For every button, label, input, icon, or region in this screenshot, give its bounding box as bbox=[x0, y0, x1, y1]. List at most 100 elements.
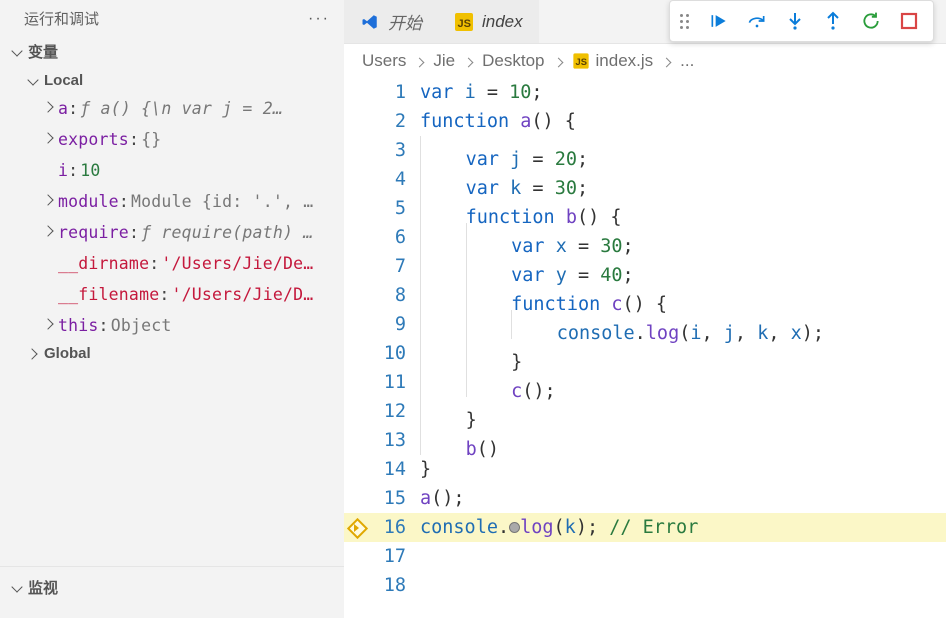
chevron-down-icon bbox=[10, 581, 24, 595]
variable-value: {} bbox=[141, 130, 161, 149]
colon: : bbox=[99, 316, 109, 335]
variable-name: __dirname bbox=[58, 254, 149, 273]
line-number: 6 bbox=[368, 223, 416, 252]
line-content[interactable]: var x = 30; bbox=[416, 223, 946, 252]
glyph-margin[interactable] bbox=[344, 426, 368, 455]
code-line[interactable]: 16console.log(k); // Error bbox=[344, 513, 946, 542]
line-content[interactable]: function c() { bbox=[416, 281, 946, 310]
glyph-margin[interactable] bbox=[344, 339, 368, 368]
code-line[interactable]: 13 b() bbox=[344, 426, 946, 455]
code-line[interactable]: 7 var y = 40; bbox=[344, 252, 946, 281]
glyph-margin[interactable] bbox=[344, 397, 368, 426]
variable-row[interactable]: module: Module {id: '.', … bbox=[0, 186, 344, 217]
code-line[interactable]: 4 var k = 30; bbox=[344, 165, 946, 194]
line-content[interactable]: a(); bbox=[416, 484, 946, 513]
line-content[interactable]: c(); bbox=[416, 368, 946, 397]
variable-name: a bbox=[58, 99, 68, 118]
line-content[interactable]: var y = 40; bbox=[416, 252, 946, 281]
code-line[interactable]: 11 c(); bbox=[344, 368, 946, 397]
step-over-button[interactable] bbox=[747, 11, 767, 31]
code-line[interactable]: 18 bbox=[344, 571, 946, 600]
line-number: 11 bbox=[368, 368, 416, 397]
variable-row[interactable]: exports: {} bbox=[0, 124, 344, 155]
line-content[interactable]: console.log(i, j, k, x); bbox=[416, 310, 946, 339]
scope-global[interactable]: Global bbox=[0, 341, 344, 366]
drag-handle-icon[interactable] bbox=[680, 14, 689, 29]
breadcrumbs[interactable]: Users Jie Desktop JS index.js ... bbox=[344, 44, 946, 78]
colon: : bbox=[119, 192, 129, 211]
tab-indexjs[interactable]: JS index bbox=[438, 0, 539, 43]
glyph-margin[interactable] bbox=[344, 571, 368, 600]
glyph-margin[interactable] bbox=[344, 252, 368, 281]
section-variables[interactable]: 变量 bbox=[0, 35, 344, 68]
scope-local[interactable]: Local bbox=[0, 68, 344, 93]
code-line[interactable]: 10 } bbox=[344, 339, 946, 368]
tab-welcome[interactable]: 开始 bbox=[344, 0, 438, 43]
line-content[interactable]: console.log(k); // Error bbox=[416, 513, 946, 542]
glyph-margin[interactable] bbox=[344, 78, 368, 107]
glyph-margin[interactable] bbox=[344, 484, 368, 513]
line-content[interactable]: b() bbox=[416, 426, 946, 455]
section-watch[interactable]: 监视 bbox=[0, 571, 344, 604]
code-line[interactable]: 3 var j = 20; bbox=[344, 136, 946, 165]
breadcrumb-item[interactable]: Desktop bbox=[482, 51, 544, 71]
line-content[interactable] bbox=[416, 571, 946, 600]
line-content[interactable]: } bbox=[416, 455, 946, 484]
variable-row[interactable]: __filename: '/Users/Jie/D… bbox=[0, 279, 344, 310]
glyph-margin[interactable] bbox=[344, 281, 368, 310]
glyph-margin[interactable] bbox=[344, 107, 368, 136]
line-content[interactable]: var i = 10; bbox=[416, 78, 946, 107]
line-content[interactable]: function a() { bbox=[416, 107, 946, 136]
sidebar-more-icon[interactable]: ··· bbox=[308, 10, 330, 28]
code-line[interactable]: 9 console.log(i, j, k, x); bbox=[344, 310, 946, 339]
code-line[interactable]: 6 var x = 30; bbox=[344, 223, 946, 252]
variable-value: 10 bbox=[80, 161, 100, 180]
step-into-button[interactable] bbox=[785, 11, 805, 31]
code-line[interactable]: 5 function b() { bbox=[344, 194, 946, 223]
code-line[interactable]: 1var i = 10; bbox=[344, 78, 946, 107]
glyph-margin[interactable] bbox=[344, 310, 368, 339]
glyph-margin[interactable] bbox=[344, 194, 368, 223]
variable-row[interactable]: __dirname: '/Users/Jie/De… bbox=[0, 248, 344, 279]
line-content[interactable]: function b() { bbox=[416, 194, 946, 223]
chevron-right-icon bbox=[26, 347, 40, 361]
stop-button[interactable] bbox=[899, 11, 919, 31]
chevron-right-icon bbox=[461, 51, 476, 71]
code-line[interactable]: 14} bbox=[344, 455, 946, 484]
glyph-margin[interactable] bbox=[344, 542, 368, 571]
line-content[interactable]: } bbox=[416, 339, 946, 368]
code-line[interactable]: 8 function c() { bbox=[344, 281, 946, 310]
line-content[interactable]: } bbox=[416, 397, 946, 426]
variable-row[interactable]: i: 10 bbox=[0, 155, 344, 186]
code-line[interactable]: 17 bbox=[344, 542, 946, 571]
variable-row[interactable]: a: ƒ a() {\n var j = 2… bbox=[0, 93, 344, 124]
glyph-margin[interactable] bbox=[344, 165, 368, 194]
execution-pointer-icon bbox=[349, 520, 364, 535]
glyph-margin[interactable] bbox=[344, 136, 368, 165]
glyph-margin[interactable] bbox=[344, 455, 368, 484]
line-content[interactable] bbox=[416, 542, 946, 571]
line-content[interactable]: var k = 30; bbox=[416, 165, 946, 194]
variable-row[interactable]: require: ƒ require(path) … bbox=[0, 217, 344, 248]
breadcrumb-item[interactable]: Users bbox=[362, 51, 406, 71]
code-line[interactable]: 12 } bbox=[344, 397, 946, 426]
line-content[interactable]: var j = 20; bbox=[416, 136, 946, 165]
variable-row[interactable]: this: Object bbox=[0, 310, 344, 341]
vscode-icon bbox=[360, 12, 380, 32]
code-line[interactable]: 15a(); bbox=[344, 484, 946, 513]
code-line[interactable]: 2function a() { bbox=[344, 107, 946, 136]
breadcrumb-item[interactable]: ... bbox=[680, 51, 694, 71]
editor-panel: 开始 JS index Users bbox=[344, 0, 946, 618]
breadcrumb-item[interactable]: Jie bbox=[433, 51, 455, 71]
glyph-margin[interactable] bbox=[344, 368, 368, 397]
code-editor[interactable]: 1var i = 10;2function a() {3 var j = 20;… bbox=[344, 78, 946, 618]
chevron-right-icon bbox=[412, 51, 427, 71]
chevron-right-icon bbox=[42, 192, 58, 211]
step-out-button[interactable] bbox=[823, 11, 843, 31]
restart-button[interactable] bbox=[861, 11, 881, 31]
continue-button[interactable] bbox=[709, 11, 729, 31]
glyph-margin[interactable] bbox=[344, 223, 368, 252]
breadcrumb-item[interactable]: index.js bbox=[596, 51, 654, 71]
line-number: 14 bbox=[368, 455, 416, 484]
current-exec-glyph[interactable] bbox=[344, 513, 368, 542]
